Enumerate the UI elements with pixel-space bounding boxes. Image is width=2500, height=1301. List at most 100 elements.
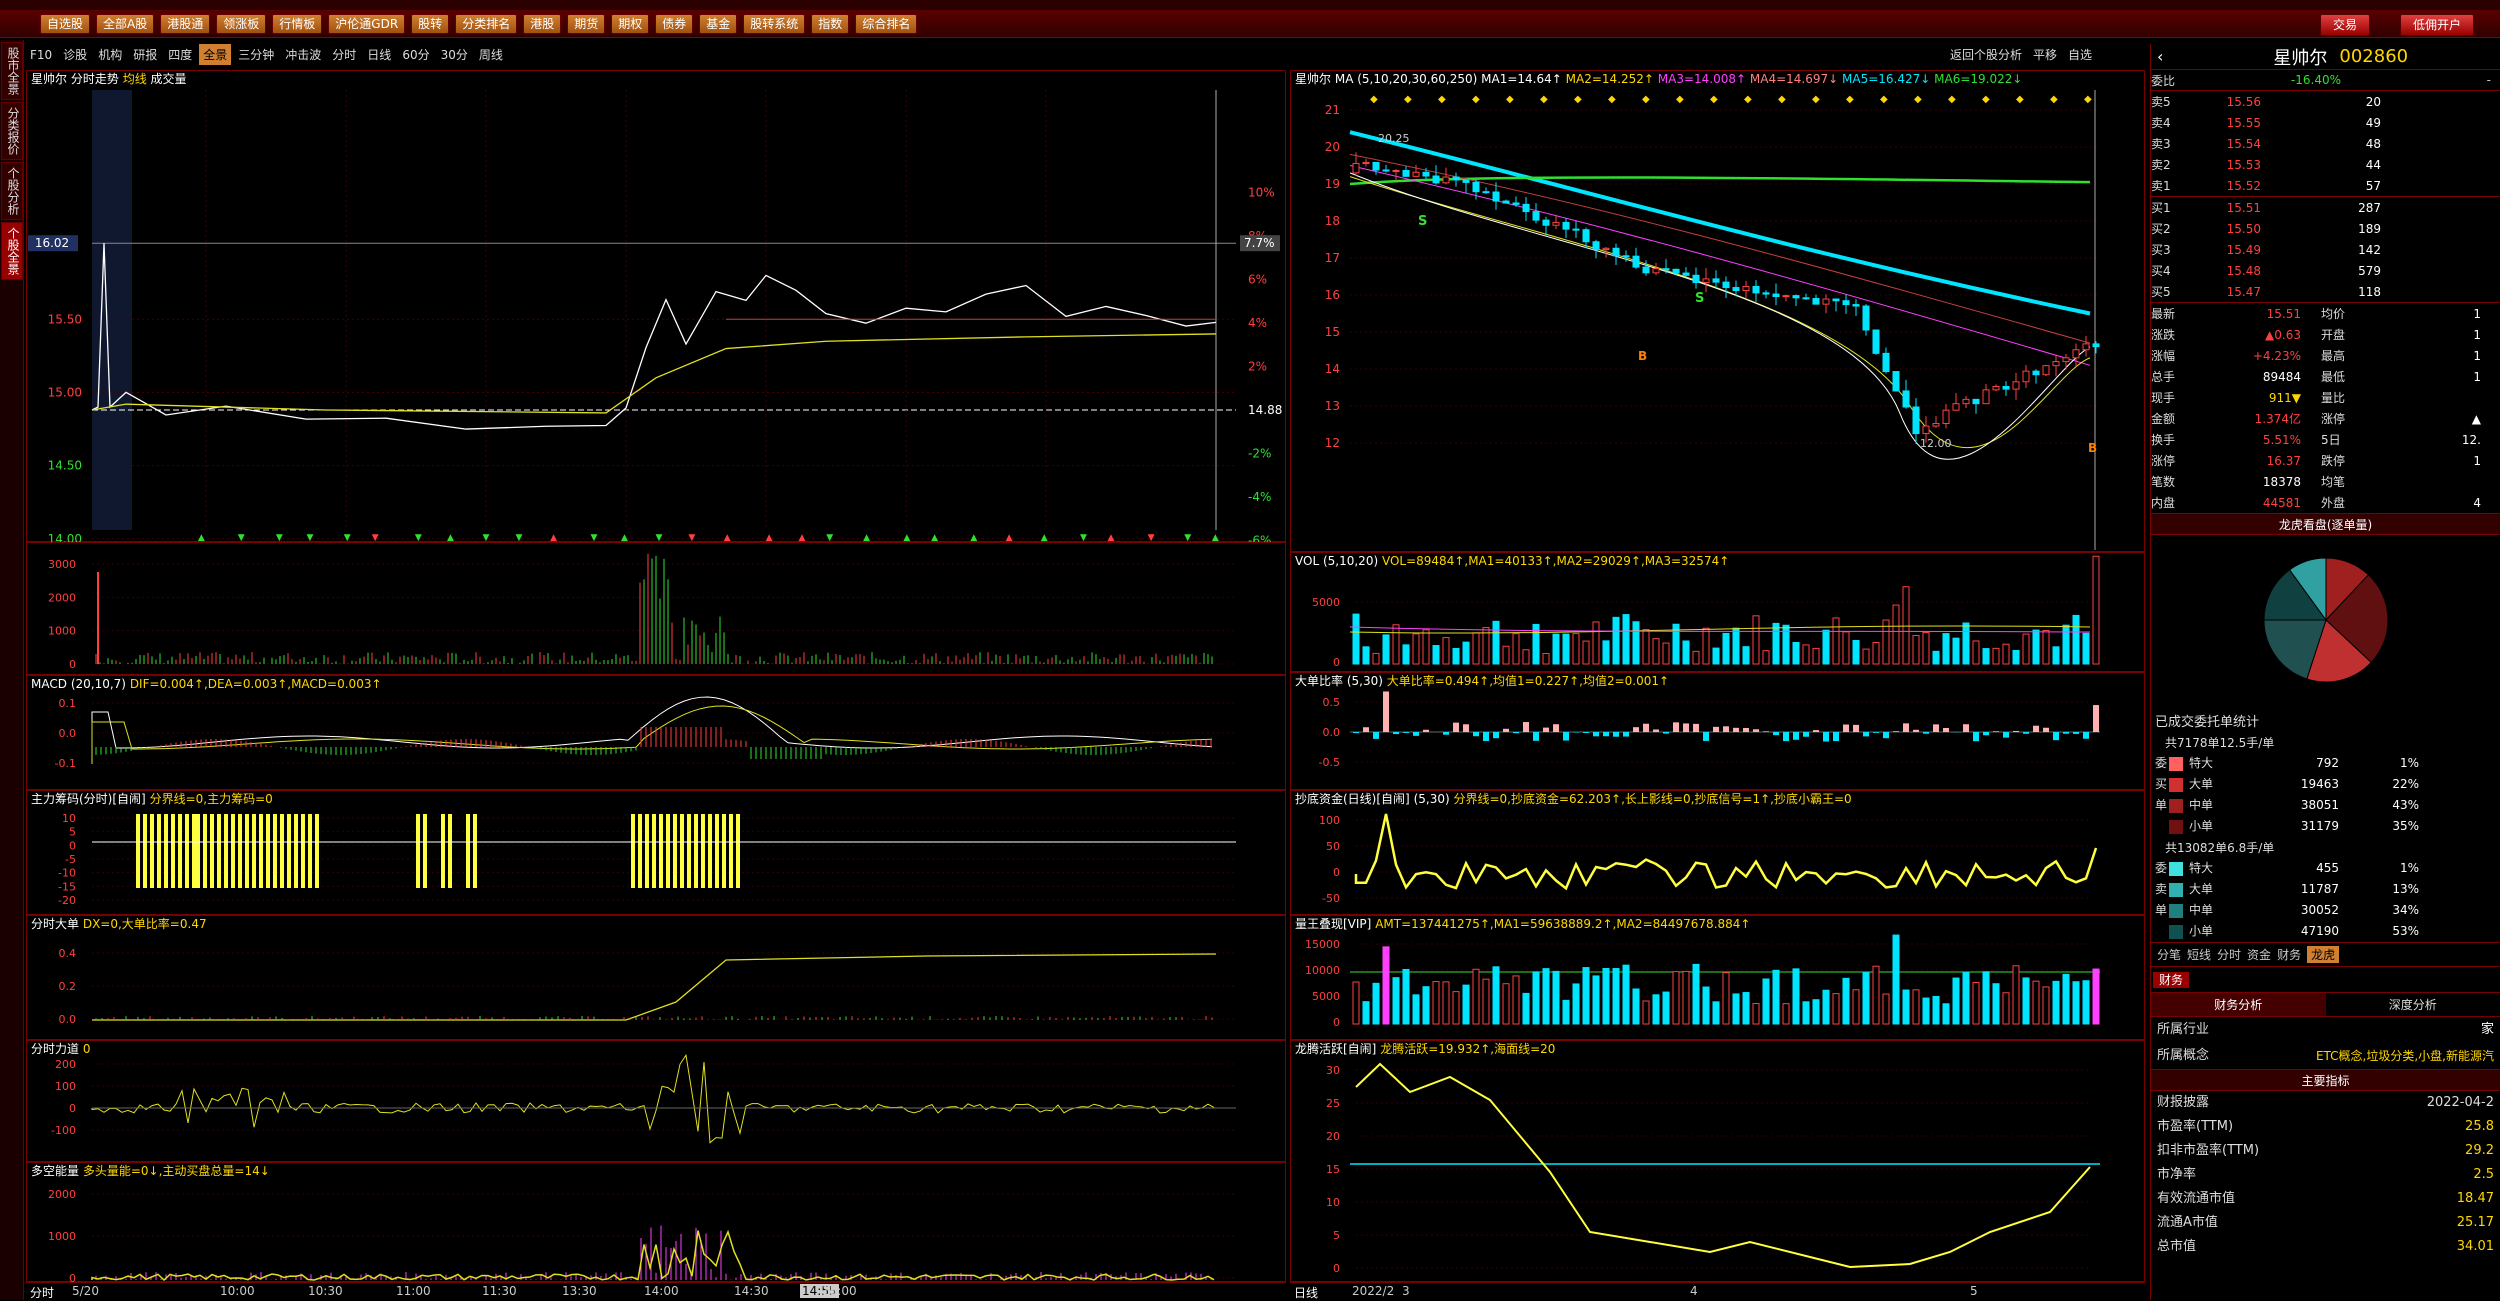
stat-row: 涨停16.37跌停1	[2151, 450, 2500, 471]
finance-tab[interactable]: 财务	[2153, 972, 2189, 988]
quote-tab-0[interactable]: 分笔	[2157, 946, 2181, 963]
quote-tabs: 分笔短线分时资金财务龙虎	[2151, 942, 2500, 967]
stat-label: 笔数	[2151, 473, 2211, 490]
menu-button-1[interactable]: 全部A股	[96, 14, 154, 34]
daily-low-label: 12.00	[1920, 437, 1952, 450]
toolbar-item-4[interactable]: 四度	[164, 44, 196, 65]
dist-swatch	[2169, 799, 2183, 813]
fin-row: 流通A市值25.17	[2151, 1211, 2500, 1235]
menu-button-12[interactable]: 基金	[699, 14, 737, 34]
toolbar-item-5[interactable]: 全景	[199, 44, 231, 65]
orders-title: 已成交委托单统计	[2151, 709, 2500, 732]
toolbar-right-item-2[interactable]: 自选	[2064, 44, 2096, 65]
sidebar-tab-market-overview[interactable]: 股市全景	[1, 42, 23, 100]
quote-tab-5[interactable]: 龙虎	[2307, 946, 2339, 963]
menu-button-13[interactable]: 股转系统	[743, 14, 805, 34]
daily-y-label: 21	[1325, 103, 1340, 117]
dist-pct: 43%	[2339, 795, 2419, 816]
menu-button-6[interactable]: 股转	[411, 14, 449, 34]
dist-volume: 11787	[2249, 879, 2339, 900]
ild-y-label: 100	[55, 1080, 76, 1093]
finance-analysis-tab[interactable]: 财务分析	[2151, 993, 2326, 1016]
intraday-mode-button[interactable]: 分时	[30, 1284, 54, 1301]
dist-type: 大单	[2189, 774, 2249, 795]
stat-row: 换手5.51%5日12.	[2151, 429, 2500, 450]
dlt-y-label: 10	[1326, 1196, 1340, 1209]
back-icon[interactable]: ‹	[2157, 47, 2163, 66]
quote-tab-4[interactable]: 财务	[2277, 946, 2301, 963]
stat-value-2: 4	[2371, 496, 2481, 510]
toolbar-item-9[interactable]: 日线	[363, 44, 395, 65]
menu-button-15[interactable]: 综合排名	[855, 14, 917, 34]
menu-button-4[interactable]: 行情板	[272, 14, 322, 34]
sidebar-tab-stock-overview[interactable]: 个股全景	[1, 222, 23, 280]
intraday-price-chart[interactable]: 15.5015.0014.5014.0013.5010%8%6%4%2%14.8…	[26, 70, 1286, 542]
menu-button-8[interactable]: 港股	[523, 14, 561, 34]
svg-text:◆: ◆	[1744, 94, 1752, 105]
stat-value: 18378	[2211, 475, 2301, 489]
stat-value: 1.374亿	[2211, 410, 2301, 427]
dist-volume: 792	[2249, 753, 2339, 774]
menu-button-3[interactable]: 领涨板	[216, 14, 266, 34]
dcd-y-label: 100	[1319, 814, 1340, 827]
dist-side	[2151, 816, 2169, 837]
ichip-y-label: 5	[69, 826, 76, 839]
toolbar-item-3[interactable]: 研报	[129, 44, 161, 65]
intraday-x-label-5: 13:30	[562, 1284, 597, 1298]
fin-label: 市盈率(TTM)	[2157, 1115, 2233, 1139]
svg-text:◆: ◆	[2016, 94, 2024, 105]
fin-label: 总市值	[2157, 1235, 2196, 1259]
deep-analysis-tab[interactable]: 深度分析	[2326, 993, 2500, 1016]
toolbar-item-7[interactable]: 冲击波	[281, 44, 325, 65]
dvol-y-label: 5000	[1312, 596, 1340, 609]
ien-y-label: 1000	[48, 1230, 76, 1243]
menu-button-14[interactable]: 指数	[811, 14, 849, 34]
dlw-y-label: 10000	[1305, 964, 1340, 977]
sidebar-tab-category-quote[interactable]: 分类报价	[1, 102, 23, 160]
ask-price: 15.52	[2181, 179, 2261, 193]
sidebar-tab-stock-analysis[interactable]: 个股分析	[1, 162, 23, 220]
intraday-y-right-label: 2%	[1248, 359, 1267, 373]
ivol-y-label: 1000	[48, 625, 76, 638]
ivol-y-label: 2000	[48, 591, 76, 604]
daily-mode-button[interactable]: 日线	[1294, 1284, 1318, 1301]
quote-tab-3[interactable]: 资金	[2247, 946, 2271, 963]
menu-button-2[interactable]: 港股通	[160, 14, 210, 34]
ddx-y-label: -0.5	[1319, 756, 1340, 769]
fin-label: 市净率	[2157, 1163, 2196, 1187]
ichip-y-label: -5	[65, 853, 76, 866]
toolbar-item-1[interactable]: 诊股	[59, 44, 91, 65]
trade-button[interactable]: 交易	[2320, 14, 2370, 36]
toolbar-item-8[interactable]: 分时	[328, 44, 360, 65]
toolbar-item-0[interactable]: F10	[26, 46, 56, 64]
fin-label: 扣非市盈率(TTM)	[2157, 1139, 2259, 1163]
intraday-y-right-label: -6%	[1248, 534, 1271, 542]
menu-button-5[interactable]: 沪伦通GDR	[328, 14, 405, 34]
toolbar-item-12[interactable]: 周线	[475, 44, 507, 65]
quote-tab-2[interactable]: 分时	[2217, 946, 2241, 963]
quote-tab-1[interactable]: 短线	[2187, 946, 2211, 963]
fin-row: 总市值34.01	[2151, 1235, 2500, 1259]
stat-value: 44581	[2211, 496, 2301, 510]
menu-button-7[interactable]: 分类排名	[455, 14, 517, 34]
daily-y-label: 17	[1325, 251, 1340, 265]
toolbar-item-10[interactable]: 60分	[398, 44, 433, 65]
menu-button-0[interactable]: 自选股	[40, 14, 90, 34]
open-account-button[interactable]: 低佣开户	[2400, 14, 2474, 36]
toolbar-right-item-0[interactable]: 返回个股分析	[1946, 44, 2026, 65]
ask-row: 卖515.5620	[2151, 91, 2500, 112]
toolbar-item-2[interactable]: 机构	[94, 44, 126, 65]
dlt-y-label: 20	[1326, 1130, 1340, 1143]
toolbar-right-item-1[interactable]: 平移	[2029, 44, 2061, 65]
daily-candlestick-chart[interactable]: 2120191817161514131220.2512.00◆◆◆◆◆◆◆◆◆◆…	[1290, 70, 2145, 552]
dlw-y-label: 5000	[1312, 990, 1340, 1003]
ask-volume: 49	[2261, 116, 2381, 130]
toolbar-item-11[interactable]: 30分	[437, 44, 472, 65]
menu-button-11[interactable]: 债券	[655, 14, 693, 34]
toolbar-item-6[interactable]: 三分钟	[234, 44, 278, 65]
stat-label-2: 外盘	[2321, 494, 2371, 511]
dist-volume: 31179	[2249, 816, 2339, 837]
svg-text:◆: ◆	[1778, 94, 1786, 105]
menu-button-9[interactable]: 期货	[567, 14, 605, 34]
menu-button-10[interactable]: 期权	[611, 14, 649, 34]
